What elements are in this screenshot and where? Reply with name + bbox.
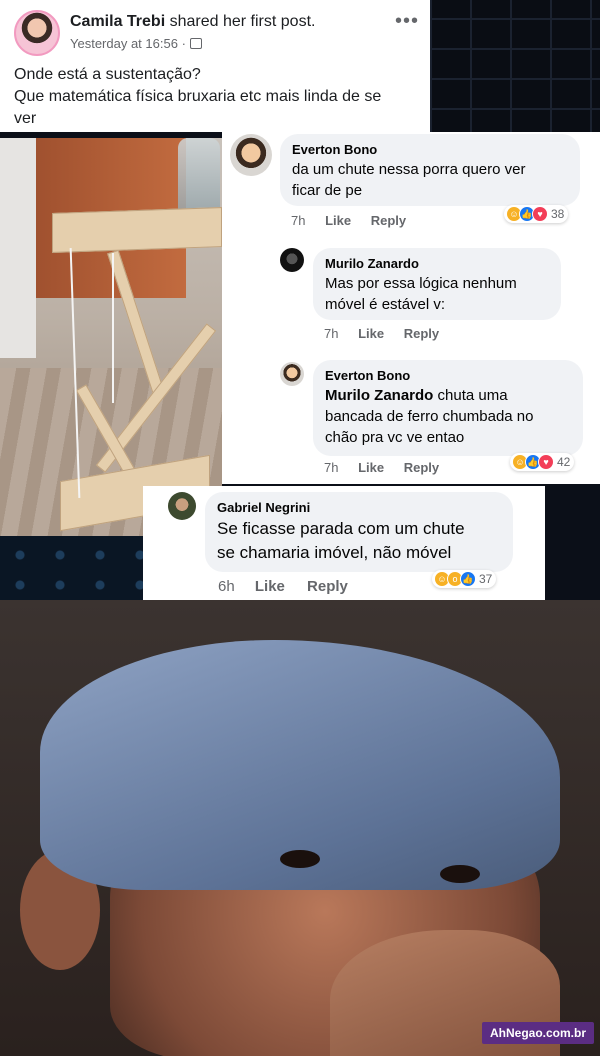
commenter-avatar[interactable] xyxy=(280,362,304,386)
commenter-avatar[interactable] xyxy=(280,248,304,272)
background-game-scene xyxy=(430,0,600,140)
like-button[interactable]: Like xyxy=(325,213,351,228)
commenter-name[interactable]: Murilo Zanardo xyxy=(325,256,549,271)
more-options-icon[interactable]: ••• xyxy=(395,10,419,33)
reaction-summary[interactable]: ☺ 👍 ♥ 42 xyxy=(510,453,575,471)
comment-bubble: Murilo Zanardo Mas por essa lógica nenhu… xyxy=(313,248,561,320)
post-text: Onde está a sustentação? Que matemática … xyxy=(14,64,414,130)
meme-eye-right xyxy=(440,865,480,883)
post-text-line: Onde está a sustentação? xyxy=(14,66,201,83)
post-text-line: ver xyxy=(14,110,37,127)
comment-text: da um chute nessa porra quero ver ficar … xyxy=(292,159,568,201)
reply-button[interactable]: Reply xyxy=(307,578,348,595)
comment-line: da um chute nessa porra quero ver xyxy=(292,161,526,178)
like-button[interactable]: Like xyxy=(255,578,285,595)
commenter-name[interactable]: Everton Bono xyxy=(325,368,571,383)
post-photo[interactable] xyxy=(0,138,222,536)
table-top xyxy=(52,207,222,253)
comment-line: chão pra vc ve entao xyxy=(325,429,465,446)
post-action: shared her first post. xyxy=(169,13,316,30)
comment-time[interactable]: 7h xyxy=(291,213,305,228)
mention-link[interactable]: Murilo Zanardo xyxy=(325,387,433,404)
post-meta: Yesterday at 16:56 · xyxy=(70,36,202,51)
commenter-name[interactable]: Gabriel Negrini xyxy=(217,500,501,515)
comment-line: ficar de pe xyxy=(292,182,363,199)
comment-time[interactable]: 7h xyxy=(324,460,338,475)
like-button[interactable]: Like xyxy=(358,460,384,475)
reaction-summary[interactable]: ☺ o 👍 37 xyxy=(432,570,497,588)
love-reaction-icon: ♥ xyxy=(538,454,554,470)
post-timestamp[interactable]: Yesterday at 16:56 xyxy=(70,36,178,51)
comment-actions: 7h Like Reply xyxy=(291,213,406,228)
commenter-name[interactable]: Everton Bono xyxy=(292,142,568,157)
comment-bubble: Everton Bono Murilo Zanardo chuta uma ba… xyxy=(313,360,583,456)
comment-text: Mas por essa lógica nenhum móvel é estáv… xyxy=(325,273,549,315)
reaction-count: 38 xyxy=(551,207,565,221)
post-author-name[interactable]: Camila Trebi xyxy=(70,13,165,30)
reply-button[interactable]: Reply xyxy=(371,213,406,228)
reaction-count: 37 xyxy=(479,572,493,586)
comment-bubble: Everton Bono da um chute nessa porra que… xyxy=(280,134,580,206)
background-pattern xyxy=(0,535,145,600)
dot-separator: · xyxy=(181,36,186,51)
comment-line: se chamaria imóvel, não móvel xyxy=(217,543,452,562)
post-header: Camila Trebi shared her first post. xyxy=(70,13,315,31)
reply-button[interactable]: Reply xyxy=(404,460,439,475)
table-string xyxy=(112,253,114,403)
photo-shelf xyxy=(0,138,36,358)
comment-actions: 7h Like Reply xyxy=(324,460,439,475)
comment-line: móvel é estável v: xyxy=(325,296,446,313)
audience-icon[interactable] xyxy=(189,38,202,49)
comment-text: Se ficasse parada com um chute se chamar… xyxy=(217,517,501,565)
comment-line: Se ficasse parada com um chute xyxy=(217,519,465,538)
like-reaction-icon: 👍 xyxy=(460,571,476,587)
like-button[interactable]: Like xyxy=(358,326,384,341)
commenter-avatar[interactable] xyxy=(230,134,272,176)
reaction-count: 42 xyxy=(557,455,571,469)
comment-line: Murilo Zanardo chuta uma xyxy=(325,385,571,406)
comment-actions: 7h Like Reply xyxy=(324,326,439,341)
meme-eye-left xyxy=(280,850,320,868)
comment-bubble: Gabriel Negrini Se ficasse parada com um… xyxy=(205,492,513,572)
comment-text: Murilo Zanardo chuta uma bancada de ferr… xyxy=(325,385,571,448)
reaction-summary[interactable]: ☺ 👍 ♥ 38 xyxy=(504,205,569,223)
love-reaction-icon: ♥ xyxy=(532,206,548,222)
post-text-line: Que matemática física bruxaria etc mais … xyxy=(14,88,382,105)
comment-actions: 6h Like Reply xyxy=(218,578,348,595)
comment-time[interactable]: 6h xyxy=(218,578,235,595)
comment-line: Mas por essa lógica nenhum xyxy=(325,275,517,292)
reply-button[interactable]: Reply xyxy=(404,326,439,341)
comment-line: bancada de ferro chumbada no xyxy=(325,408,534,425)
comment-line-rest: chuta uma xyxy=(433,387,508,404)
comment-time[interactable]: 7h xyxy=(324,326,338,341)
meme-photo xyxy=(0,600,600,1056)
post-card: Camila Trebi shared her first post. Yest… xyxy=(0,0,430,132)
commenter-avatar[interactable] xyxy=(168,492,196,520)
watermark-logo: AhNegao.com.br xyxy=(482,1022,594,1044)
author-avatar[interactable] xyxy=(14,10,60,56)
